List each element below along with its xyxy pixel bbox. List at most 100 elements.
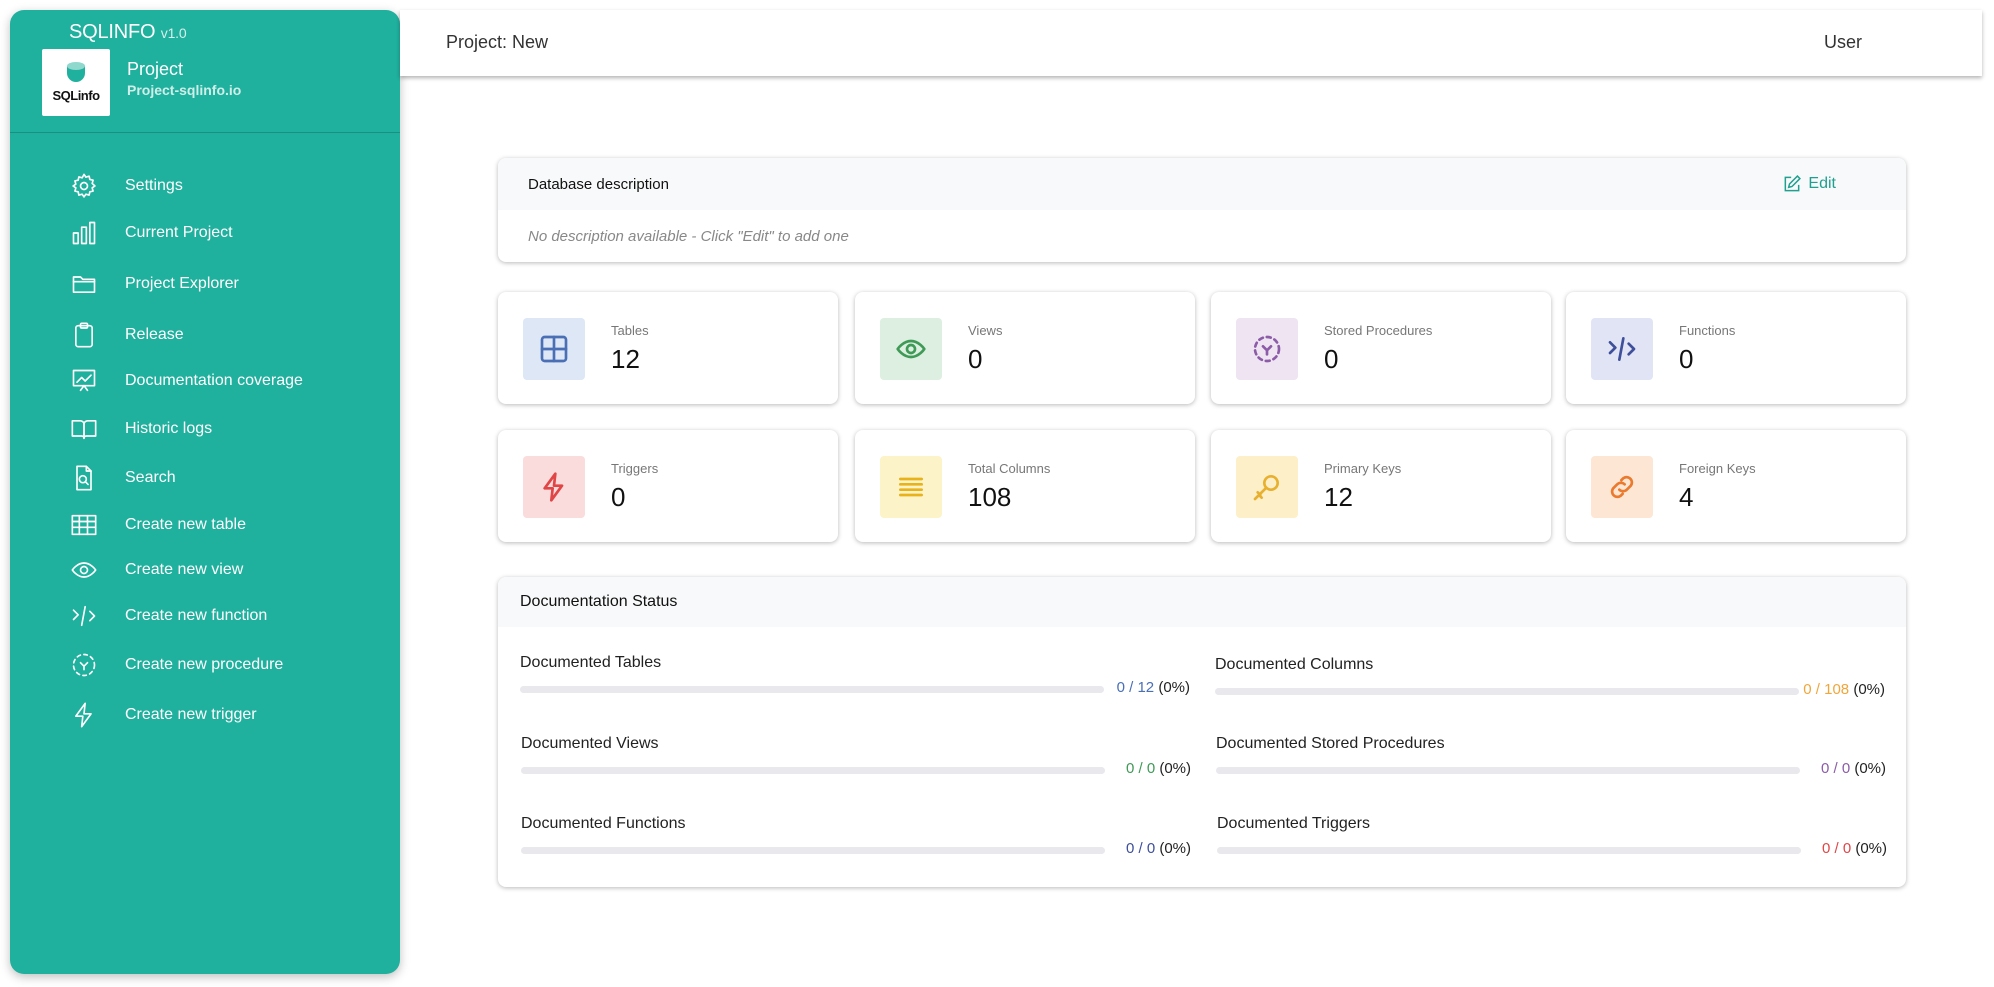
progress-bar (1215, 688, 1799, 695)
sidebar-divider (10, 132, 400, 133)
brand: SQLINFO v1.0 (69, 21, 187, 44)
key-icon (1253, 475, 1279, 501)
database-description-card: Database description Edit No description… (498, 158, 1906, 262)
dashed-frame-icon (1253, 335, 1281, 363)
progress-count: 0 / 108 (0%) (1803, 681, 1885, 698)
dashed-frame-icon (72, 653, 96, 677)
progress-documented-triggers: Documented Triggers 0 / 0 (0%) (1217, 815, 1887, 867)
progress-bar (521, 767, 1105, 774)
stat-value: 0 (968, 344, 983, 374)
sidebar-item-search[interactable]: Search (70, 463, 176, 493)
stat-label: Triggers (611, 461, 659, 476)
stat-card-functions[interactable]: Functions 0 (1566, 292, 1906, 404)
stat-card-stored-procedures[interactable]: Stored Procedures 0 (1211, 292, 1551, 404)
sidebar-item-label: Create new table (125, 516, 246, 533)
progress-label: Documented Triggers (1217, 815, 1370, 832)
stat-value: 0 (1679, 344, 1694, 374)
stat-value: 12 (611, 344, 640, 374)
progress-documented-functions: Documented Functions 0 / 0 (0%) (521, 815, 1191, 867)
sidebar-item-current-project[interactable]: Current Project (70, 218, 233, 248)
stat-icon-box (880, 318, 942, 380)
table-icon (71, 514, 97, 536)
file-search-icon (76, 465, 92, 491)
progress-percent: (0%) (1158, 679, 1190, 696)
sidebar-item-label: Search (125, 469, 176, 486)
presentation-chart-icon (72, 369, 96, 392)
stat-icon-box (1236, 456, 1298, 518)
lines-icon (899, 477, 923, 497)
project-subtitle: Project-sqlinfo.io (127, 82, 242, 98)
progress-bar (521, 847, 1105, 854)
progress-label: Documented Stored Procedures (1216, 735, 1445, 752)
project-logo: SQLinfo (42, 49, 110, 116)
sidebar-item-label: Create new procedure (125, 656, 284, 673)
sidebar-item-release[interactable]: Release (70, 320, 184, 350)
stat-icon-box (523, 456, 585, 518)
edit-button[interactable]: Edit (1782, 174, 1836, 194)
stat-card-foreign-keys[interactable]: Foreign Keys 4 (1566, 430, 1906, 542)
sidebar-item-create-new-procedure[interactable]: Create new procedure (70, 650, 283, 680)
app-root: SQLINFO v1.0 SQLinfo Project Project-sql… (0, 0, 1994, 987)
sidebar-item-documentation-coverage[interactable]: Documentation coverage (70, 366, 303, 396)
stat-value: 12 (1324, 482, 1353, 512)
progress-bar (1216, 767, 1800, 774)
sidebar-item-settings[interactable]: Settings (70, 171, 183, 201)
code-icon (1608, 337, 1636, 361)
sidebar-item-label: Settings (125, 177, 183, 194)
progress-count-value: 0 / 12 (1116, 679, 1155, 696)
stat-card-total-columns[interactable]: Total Columns 108 (855, 430, 1195, 542)
documentation-status-card: Documentation Status Documented Tables 0… (498, 577, 1906, 887)
stat-label: Stored Procedures (1324, 323, 1433, 338)
progress-documented-tables: Documented Tables 0 / 12 (0%) (520, 654, 1190, 706)
sidebar-item-create-new-function[interactable]: Create new function (70, 601, 267, 631)
code-icon (72, 605, 96, 627)
progress-percent: (0%) (1159, 760, 1191, 777)
stat-card-views[interactable]: Views 0 (855, 292, 1195, 404)
progress-count: 0 / 0 (0%) (1126, 760, 1191, 777)
sidebar-item-label: Current Project (125, 224, 233, 241)
link-icon (1610, 475, 1634, 499)
progress-percent: (0%) (1854, 760, 1886, 777)
sidebar-item-label: Create new trigger (125, 706, 257, 723)
stat-card-triggers[interactable]: Triggers 0 (498, 430, 838, 542)
logo-text: SQLinfo (52, 88, 100, 103)
brand-version: v1.0 (160, 25, 187, 41)
progress-count: 0 / 0 (0%) (1821, 760, 1886, 777)
progress-documented-stored-procedures: Documented Stored Procedures 0 / 0 (0%) (1216, 735, 1886, 787)
sidebar-item-label: Project Explorer (125, 275, 239, 292)
sidebar-item-create-new-trigger[interactable]: Create new trigger (70, 700, 257, 730)
sidebar-item-label: Create new function (125, 607, 268, 624)
stat-label: Primary Keys (1324, 461, 1402, 476)
progress-label: Documented Views (521, 735, 659, 752)
progress-label: Documented Columns (1215, 656, 1374, 673)
progress-percent: (0%) (1159, 840, 1191, 857)
sidebar-item-create-new-table[interactable]: Create new table (70, 510, 246, 540)
sidebar: SQLINFO v1.0 SQLinfo Project Project-sql… (10, 10, 400, 974)
stat-card-primary-keys[interactable]: Primary Keys 12 (1211, 430, 1551, 542)
user-menu[interactable]: User (1824, 32, 1862, 53)
stat-label: Foreign Keys (1679, 461, 1756, 476)
eye-icon (71, 562, 97, 578)
sidebar-item-label: Historic logs (125, 420, 213, 437)
eye-icon (896, 339, 926, 359)
stat-value: 108 (968, 482, 1012, 512)
stat-value: 0 (1324, 344, 1339, 374)
progress-label: Documented Functions (521, 815, 686, 832)
database-icon (67, 62, 85, 86)
stat-icon-box (1591, 318, 1653, 380)
progress-bar (1217, 847, 1801, 854)
stat-icon-box (523, 318, 585, 380)
description-text: No description available - Click "Edit" … (528, 228, 849, 245)
progress-count: 0 / 0 (0%) (1126, 840, 1191, 857)
sidebar-item-project-explorer[interactable]: Project Explorer (70, 269, 239, 299)
stat-label: Total Columns (968, 461, 1051, 476)
sidebar-item-create-new-view[interactable]: Create new view (70, 555, 243, 585)
stat-card-tables[interactable]: Tables 12 (498, 292, 838, 404)
stat-label: Views (968, 323, 1003, 338)
stat-label: Functions (1679, 323, 1736, 338)
progress-percent: (0%) (1853, 681, 1885, 698)
card-title: Documentation Status (520, 593, 678, 610)
sidebar-item-historic-logs[interactable]: Historic logs (70, 414, 212, 444)
progress-count-value: 0 / 0 (1125, 840, 1156, 857)
progress-count: 0 / 12 (0%) (1117, 679, 1190, 696)
